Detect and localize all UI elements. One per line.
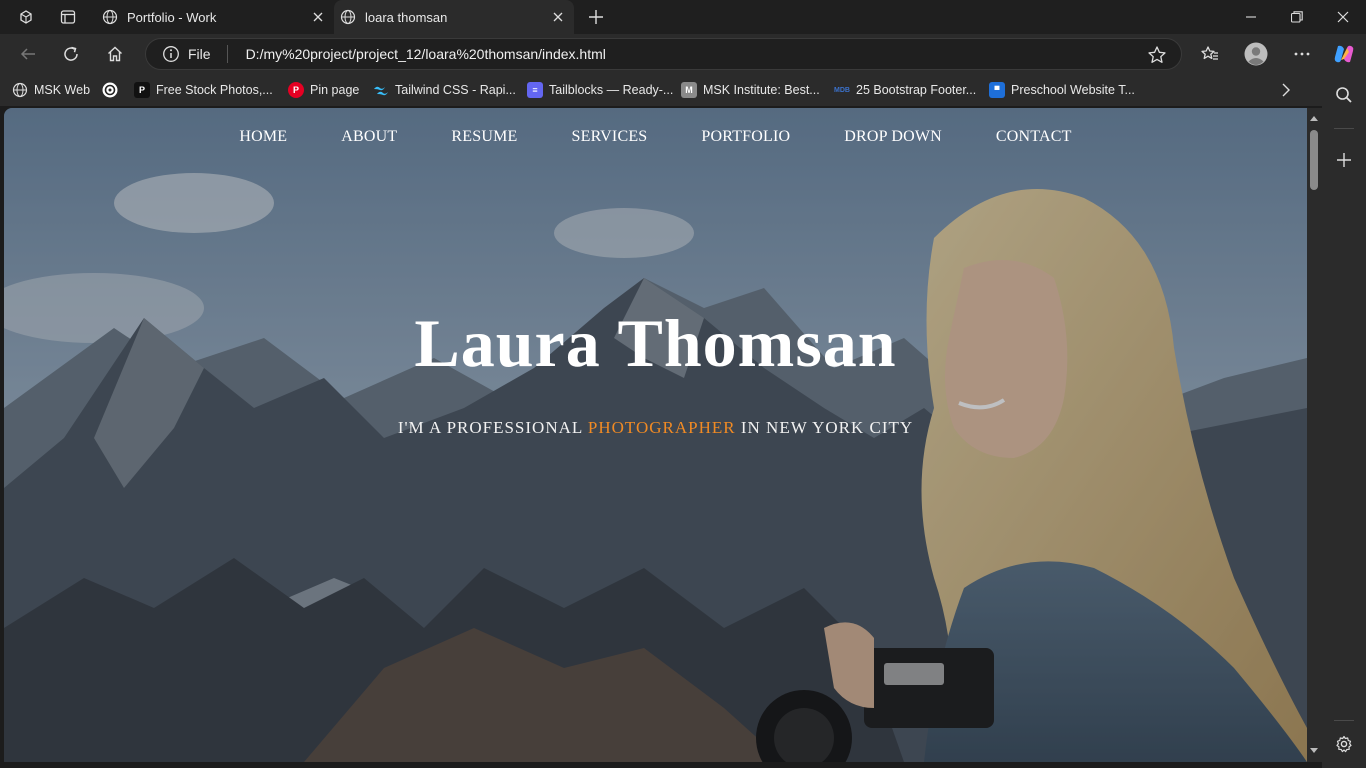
close-tab-icon[interactable]	[550, 9, 566, 25]
bookmark-tailwind[interactable]: Tailwind CSS - Rapi...	[373, 81, 516, 99]
title-bar: Portfolio - Work loara thomsan	[0, 0, 1366, 34]
add-sidebar-app-icon[interactable]	[1333, 149, 1355, 171]
page-scrollbar[interactable]	[1307, 108, 1322, 762]
msk-institute-icon: M	[681, 82, 697, 98]
hero-subtitle-pre: I'M A PROFESSIONAL	[397, 418, 583, 437]
globe-icon	[340, 9, 356, 25]
bookmark-tailblocks[interactable]: ≡ Tailblocks — Ready-...	[527, 81, 673, 99]
pinterest-icon: P	[288, 82, 304, 98]
nav-contact[interactable]: CONTACT	[996, 128, 1072, 146]
chevron-right-icon[interactable]	[1278, 82, 1294, 98]
nav-resume[interactable]: RESUME	[451, 128, 517, 146]
bookmark-preschool[interactable]: ▀ Preschool Website T...	[989, 81, 1135, 99]
bookmark-label: MSK Institute: Best...	[703, 83, 820, 97]
address-bar[interactable]: File D:/my%20project/project_12/loara%20…	[145, 38, 1182, 70]
bookmark-label: Tailwind CSS - Rapi...	[395, 83, 516, 97]
bookmark-label: Pin page	[310, 83, 360, 97]
favorites-icon[interactable]	[1196, 40, 1224, 68]
bookmarks-bar: MSK Web P Free Stock Photos,... P Pin pa…	[0, 74, 1366, 106]
divider	[1334, 720, 1354, 721]
workspaces-icon[interactable]	[14, 6, 38, 28]
toolbar: File D:/my%20project/project_12/loara%20…	[0, 34, 1366, 74]
globe-icon	[102, 9, 118, 25]
divider	[1334, 128, 1354, 129]
tab-portfolio-work[interactable]: Portfolio - Work	[94, 0, 334, 34]
more-options-icon[interactable]	[1288, 40, 1316, 68]
bookmark-label: Free Stock Photos,...	[156, 83, 273, 97]
minimize-icon[interactable]	[1228, 0, 1274, 34]
edge-sidebar	[1322, 74, 1366, 768]
new-tab-icon[interactable]	[584, 6, 608, 28]
tailblocks-icon: ≡	[527, 82, 543, 98]
mdb-icon: MDB	[834, 86, 850, 94]
bookmark-msk-web[interactable]: MSK Web	[12, 81, 90, 99]
bookmark-msk-institute[interactable]: M MSK Institute: Best...	[681, 81, 820, 99]
nav-portfolio[interactable]: PORTFOLIO	[701, 128, 790, 146]
tab-loara-thomsan[interactable]: loara thomsan	[334, 0, 574, 34]
favorite-star-icon[interactable]	[1147, 45, 1167, 65]
openai-icon	[102, 82, 118, 98]
search-icon[interactable]	[1333, 84, 1355, 106]
close-tab-icon[interactable]	[310, 9, 326, 25]
hero-subtitle-post: IN NEW YORK CITY	[740, 418, 914, 437]
bookmark-bootstrap-footer[interactable]: MDB 25 Bootstrap Footer...	[834, 81, 976, 99]
tab-title: loara thomsan	[365, 9, 448, 25]
tab-title: Portfolio - Work	[127, 9, 217, 25]
bookmark-label: Tailblocks — Ready-...	[549, 83, 674, 97]
nav-services[interactable]: SERVICES	[572, 128, 648, 146]
scroll-up-arrow-icon[interactable]	[1309, 114, 1319, 124]
refresh-icon[interactable]	[57, 40, 85, 68]
hero-subtitle-accent: PHOTOGRAPHER	[587, 418, 736, 437]
hero-subtitle: I'M A PROFESSIONAL PHOTOGRAPHER IN NEW Y…	[4, 418, 1307, 438]
tailwind-icon	[373, 82, 389, 98]
globe-icon	[12, 82, 28, 98]
main-nav: HOME ABOUT RESUME SERVICES PORTFOLIO DRO…	[4, 128, 1307, 146]
url-text[interactable]: D:/my%20project/project_12/loara%20thoms…	[246, 46, 606, 62]
close-window-icon[interactable]	[1320, 0, 1366, 34]
back-icon[interactable]	[14, 40, 42, 68]
bookmark-openai[interactable]	[102, 81, 124, 99]
tab-actions-icon[interactable]	[56, 6, 80, 28]
nav-home[interactable]: HOME	[239, 128, 287, 146]
bookmark-label: Preschool Website T...	[1011, 83, 1135, 97]
divider	[226, 45, 228, 63]
scrollbar-thumb[interactable]	[1310, 130, 1318, 190]
profile-avatar-icon[interactable]	[1242, 40, 1270, 68]
nav-about[interactable]: ABOUT	[341, 128, 397, 146]
hero-title: Laura Thomsan	[414, 305, 897, 381]
restore-icon[interactable]	[1274, 0, 1320, 34]
bookmark-free-stock-photos[interactable]: P Free Stock Photos,...	[134, 81, 273, 99]
settings-gear-icon[interactable]	[1333, 733, 1355, 755]
bookmark-label: MSK Web	[34, 83, 91, 97]
nav-drop-down[interactable]: DROP DOWN	[844, 128, 942, 146]
pexels-icon: P	[134, 82, 150, 98]
copilot-icon[interactable]	[1330, 40, 1358, 68]
bookmark-pin-page[interactable]: P Pin page	[288, 81, 359, 99]
url-scheme: File	[188, 46, 211, 62]
preschool-icon: ▀	[989, 82, 1005, 98]
info-icon[interactable]	[162, 45, 180, 63]
home-icon[interactable]	[101, 40, 129, 68]
web-page-viewport: HOME ABOUT RESUME SERVICES PORTFOLIO DRO…	[4, 108, 1307, 762]
bookmark-label: 25 Bootstrap Footer...	[856, 83, 977, 97]
scroll-down-arrow-icon[interactable]	[1309, 745, 1319, 755]
